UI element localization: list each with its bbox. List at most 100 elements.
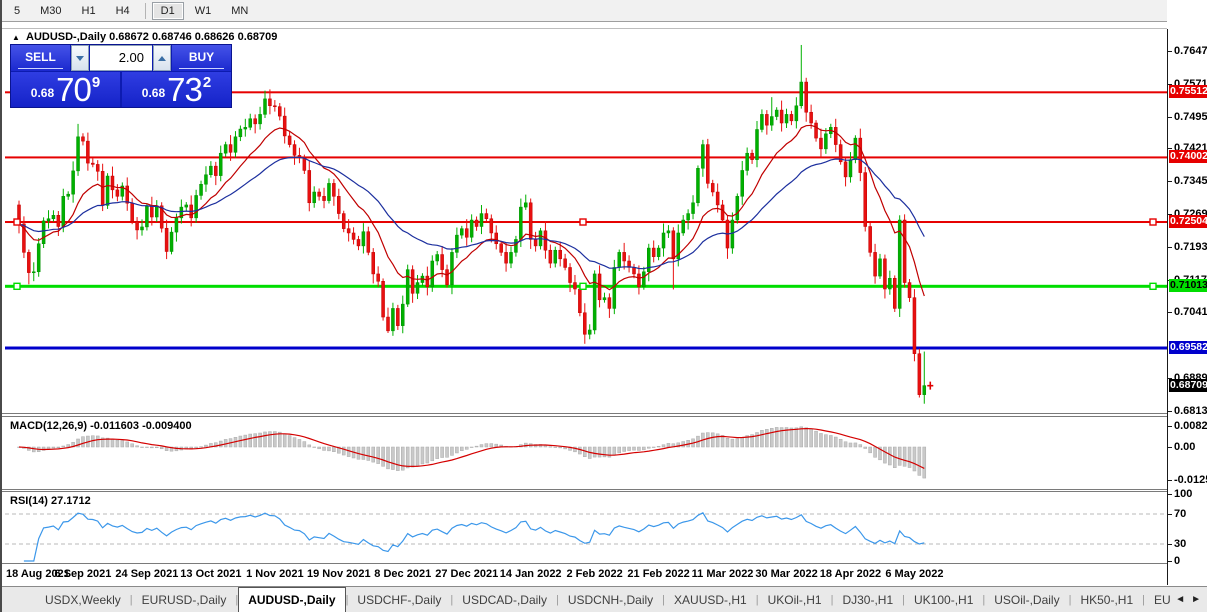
chart-tab-xauusd-h1[interactable]: XAUUSD-,H1: [665, 587, 756, 612]
macd-tick-label: 0.00: [1174, 441, 1196, 453]
chart-tab-hk50-h1[interactable]: HK50-,H1: [1071, 587, 1142, 612]
bear-candle: [307, 170, 312, 204]
timeframe-button-d1[interactable]: D1: [151, 1, 184, 20]
chart-tab-usdcnh-daily[interactable]: USDCNH-,Daily: [559, 587, 662, 612]
axis-separator-line: [1167, 29, 1168, 585]
one-click-trading-panel: SELL 2.00 BUY 0.68 70 9 0.68 73 2: [10, 44, 232, 108]
tab-scroll-left-icon[interactable]: ◄: [1175, 594, 1185, 605]
macd-histogram-bar: [637, 446, 641, 451]
bull-candle: [174, 217, 179, 233]
timeframe-button-5[interactable]: 5: [5, 2, 29, 20]
sell-price-display[interactable]: 0.68 70 9: [11, 72, 120, 107]
chart-tab-usdchf-daily[interactable]: USDCHF-,Daily: [348, 587, 450, 612]
bear-candle: [765, 114, 769, 126]
timeframe-button-h1[interactable]: H1: [73, 2, 105, 20]
price-tick-label: 0.70410: [1174, 306, 1207, 318]
bear-candle: [287, 135, 292, 145]
axis-tick-mark: [1168, 447, 1172, 448]
macd-histogram-bar: [553, 446, 558, 448]
bear-candle: [789, 114, 794, 122]
macd-histogram-bar: [710, 432, 715, 448]
current-price-label: 0.68709: [1169, 379, 1207, 392]
line-handle[interactable]: [13, 218, 21, 226]
macd-histogram-bar: [479, 444, 484, 448]
sell-button-label: SELL: [18, 47, 63, 69]
bull-candle: [455, 234, 459, 253]
bull-candle: [32, 271, 36, 274]
macd-histogram-bar: [740, 437, 744, 448]
bear-candle: [351, 232, 356, 240]
buy-price-display[interactable]: 0.68 73 2: [122, 72, 231, 107]
bear-candle: [597, 273, 602, 301]
line-handle[interactable]: [1149, 282, 1157, 291]
volume-input[interactable]: 2.00: [90, 45, 152, 71]
bear-candle: [474, 219, 479, 227]
chart-tab-eurusd-daily[interactable]: EURUSD-,Daily: [133, 587, 236, 612]
bull-candle: [238, 128, 243, 138]
bull-candle: [853, 137, 858, 160]
macd-histogram-bar: [681, 441, 685, 448]
bull-candle: [51, 215, 56, 219]
macd-histogram-bar: [774, 427, 779, 448]
horizontal-line-0.69582[interactable]: [5, 346, 1167, 350]
collapse-panel-icon[interactable]: ▲: [12, 33, 20, 42]
buy-button[interactable]: BUY: [172, 45, 231, 71]
macd-histogram-bar: [135, 445, 139, 448]
bear-candle: [27, 252, 31, 273]
macd-histogram-bar: [341, 446, 346, 456]
bear-candle: [779, 109, 784, 124]
line-handle[interactable]: [579, 218, 587, 226]
macd-histogram-bar: [548, 446, 553, 448]
macd-histogram-bar: [765, 429, 769, 448]
chart-tab-usdx-weekly[interactable]: USDX,Weekly: [36, 587, 130, 612]
bear-candle: [814, 122, 818, 139]
date-axis[interactable]: 18 Aug 2021 6 Sep 2021 24 Sep 2021 13 Oct 2…: [2, 564, 1167, 585]
bull-candle: [415, 282, 420, 294]
chart-tab-uk100-h1[interactable]: UK100-,H1: [905, 587, 982, 612]
timeframe-button-mn[interactable]: MN: [222, 2, 257, 20]
macd-histogram-bar: [661, 444, 666, 448]
price-tick-label: 0.76470: [1174, 45, 1207, 57]
line-handle[interactable]: [1149, 218, 1157, 226]
bear-candle: [637, 273, 641, 288]
macd-histogram-bar: [612, 446, 617, 456]
bear-candle: [583, 312, 587, 335]
horizontal-line-0.74002[interactable]: [5, 156, 1167, 159]
bear-candle: [548, 249, 553, 264]
volume-decrease-button[interactable]: [71, 45, 89, 71]
timeframe-button-h4[interactable]: H4: [107, 2, 139, 20]
macd-histogram-bar: [238, 435, 243, 448]
bear-candle: [91, 162, 95, 165]
macd-histogram-bar: [789, 427, 794, 448]
macd-histogram-bar: [415, 446, 420, 466]
chart-tab-ukoil-h1[interactable]: UKOil-,H1: [759, 587, 831, 612]
tab-scroll-right-icon[interactable]: ►: [1191, 594, 1201, 605]
bear-candle: [568, 267, 572, 283]
macd-histogram-bar: [204, 444, 208, 448]
timeframe-button-m30[interactable]: M30: [31, 2, 70, 20]
line-handle[interactable]: [579, 282, 587, 291]
macd-histogram-bar: [32, 446, 36, 453]
bull-candle: [799, 81, 804, 107]
bull-candle: [204, 174, 208, 185]
timeframe-button-w1[interactable]: W1: [186, 2, 221, 20]
volume-increase-button[interactable]: [153, 45, 171, 71]
bear-candle: [164, 227, 169, 252]
macd-histogram-bar: [583, 446, 587, 457]
bull-candle: [701, 144, 705, 169]
bear-candle: [381, 281, 385, 318]
chart-tab-usdcad-daily[interactable]: USDCAD-,Daily: [453, 587, 556, 612]
bull-candle: [155, 205, 159, 218]
chart-tab-audusd-daily[interactable]: AUDUSD-,Daily: [238, 587, 346, 612]
sell-button[interactable]: SELL: [11, 45, 70, 71]
chart-tab-dj30-h1[interactable]: DJ30-,H1: [833, 587, 902, 612]
rsi-pane[interactable]: [5, 492, 1167, 563]
line-handle[interactable]: [13, 282, 21, 291]
bear-candle: [543, 230, 548, 251]
chart-tab-usoil-daily[interactable]: USOil-,Daily: [985, 587, 1068, 612]
bull-candle: [755, 129, 759, 160]
macd-histogram-bar: [666, 443, 671, 448]
bear-candle: [268, 98, 272, 107]
bear-candle: [917, 353, 922, 395]
price-axis[interactable]: 0.764700.757100.749500.742100.734500.726…: [1167, 0, 1207, 612]
